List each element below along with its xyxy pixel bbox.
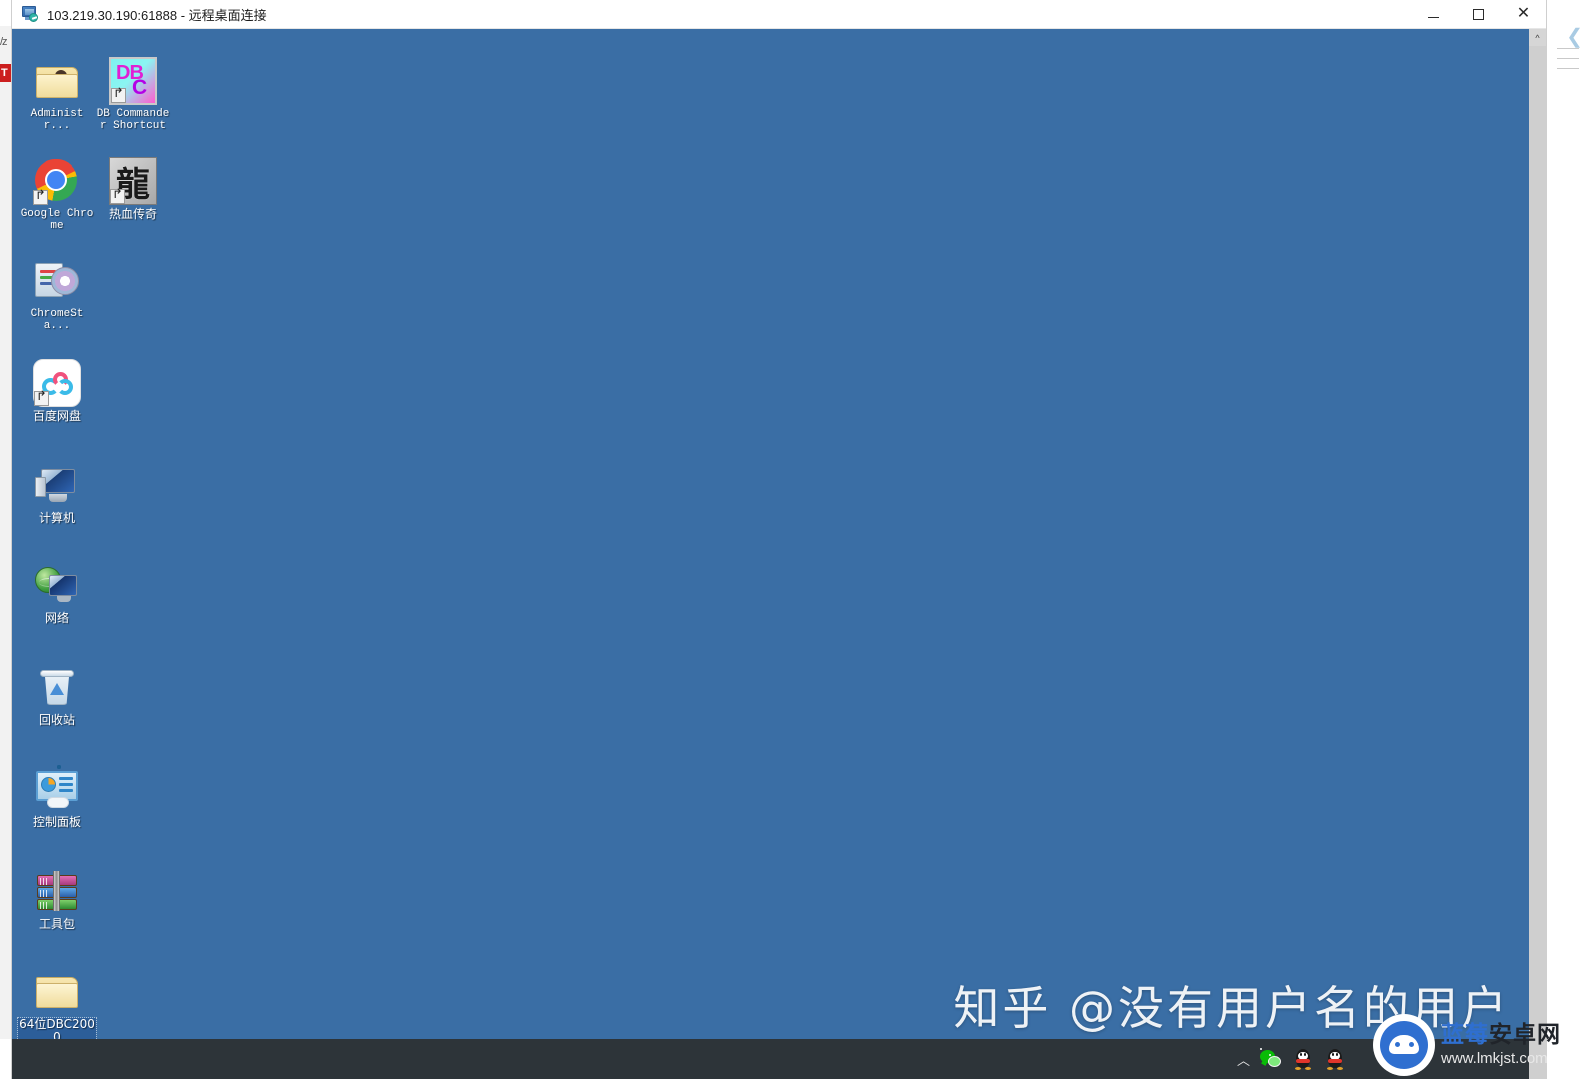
remote-viewport-scrollbar[interactable]: ^ bbox=[1529, 29, 1546, 1079]
maximize-button[interactable] bbox=[1456, 0, 1501, 29]
desktop-icon-recycle-bin[interactable]: 回收站 bbox=[18, 663, 96, 727]
chrome-standalone-installer-icon bbox=[33, 257, 81, 305]
folder-icon bbox=[33, 967, 81, 1015]
baidu-netdisk-icon bbox=[33, 359, 81, 407]
folder-user-icon bbox=[33, 57, 81, 105]
desktop-icon-control-panel[interactable]: 控制面板 bbox=[18, 765, 96, 829]
screenshot-root: /z ❮ 103.219.30.190:61888 - 远程桌面连接 ✕ bbox=[0, 0, 1589, 1079]
desktop-icon-computer[interactable]: 计算机 bbox=[18, 461, 96, 525]
desktop-icon-label: 百度网盘 bbox=[32, 409, 81, 423]
host-right-list-lines bbox=[1557, 48, 1587, 78]
minimize-button[interactable] bbox=[1411, 0, 1456, 29]
chrome-icon bbox=[33, 157, 81, 205]
shortcut-overlay-icon bbox=[110, 189, 125, 204]
guest-taskbar[interactable]: ︿ bbox=[12, 1039, 1546, 1079]
qq-tray-icon-2[interactable] bbox=[1324, 1048, 1346, 1070]
network-icon bbox=[33, 561, 81, 609]
desktop-icon-toolkit[interactable]: 工具包 bbox=[18, 867, 96, 931]
window-controls: ✕ bbox=[1411, 0, 1546, 29]
close-button[interactable]: ✕ bbox=[1501, 0, 1546, 29]
desktop-icon-label: 计算机 bbox=[38, 511, 75, 525]
desktop-icon-label: 热血传奇 bbox=[108, 207, 157, 221]
desktop-icon-label: Google Chrome bbox=[20, 208, 94, 232]
host-right-panel: ❮ bbox=[1545, 0, 1589, 1079]
system-tray: ︿ bbox=[1237, 1048, 1346, 1070]
window-titlebar[interactable]: 103.219.30.190:61888 - 远程桌面连接 ✕ bbox=[12, 0, 1546, 29]
desktop-icon-google-chrome[interactable]: Google Chrome bbox=[18, 157, 96, 232]
desktop-icon-grid: Administr... DBC DB Commander Shortcut G… bbox=[12, 29, 192, 1045]
host-background-text-fragment: /z bbox=[0, 36, 8, 48]
qq-tray-icon-1[interactable] bbox=[1292, 1048, 1314, 1070]
wechat-tray-icon[interactable] bbox=[1260, 1048, 1282, 1070]
remote-session-surface[interactable]: Administr... DBC DB Commander Shortcut G… bbox=[12, 29, 1546, 1079]
desktop-icon-label: DB Commander Shortcut bbox=[96, 108, 170, 132]
legend-game-icon: 龍 bbox=[109, 157, 157, 205]
desktop-icon-db-commander[interactable]: DBC DB Commander Shortcut bbox=[94, 57, 172, 132]
desktop-icon-label: 控制面板 bbox=[32, 815, 81, 829]
window-title: 103.219.30.190:61888 - 远程桌面连接 bbox=[47, 7, 267, 23]
computer-icon bbox=[33, 461, 81, 509]
db-commander-icon: DB C bbox=[109, 57, 157, 105]
desktop-icon-label: 工具包 bbox=[38, 917, 75, 931]
chevron-left-icon[interactable]: ❮ bbox=[1566, 24, 1583, 49]
desktop-icon-legend-of-mir[interactable]: 龍 热血传奇 bbox=[94, 157, 172, 221]
shortcut-overlay-icon bbox=[33, 190, 48, 205]
desktop-icon-chrome-standalone[interactable]: ChromeSta... bbox=[18, 257, 96, 332]
shortcut-overlay-icon bbox=[34, 391, 49, 406]
desktop-icon-administrator[interactable]: Administr... bbox=[18, 57, 96, 132]
host-background-red-tile bbox=[0, 64, 12, 82]
shortcut-overlay-icon bbox=[111, 88, 126, 103]
desktop-icon-network[interactable]: 网络 bbox=[18, 561, 96, 625]
desktop-icon-label: 网络 bbox=[44, 611, 69, 625]
remote-desktop-icon bbox=[21, 5, 39, 23]
control-panel-icon bbox=[33, 765, 81, 813]
zhihu-watermark: 知乎 @没有用户名的用户 bbox=[953, 981, 1510, 1035]
scroll-up-arrow-icon[interactable]: ^ bbox=[1529, 29, 1546, 46]
desktop-icon-baidu-netdisk[interactable]: 百度网盘 bbox=[18, 359, 96, 423]
desktop-icon-label: 回收站 bbox=[38, 713, 75, 727]
desktop-icon-label: ChromeSta... bbox=[30, 308, 84, 332]
desktop-icon-dbc2000-folder[interactable]: 64位DBC2000 bbox=[17, 967, 97, 1045]
show-hidden-icons-chevron[interactable]: ︿ bbox=[1237, 1050, 1250, 1069]
winrar-archive-icon bbox=[33, 867, 81, 915]
host-left-strip bbox=[0, 26, 12, 1039]
desktop-icon-label: Administr... bbox=[30, 108, 84, 132]
recycle-bin-icon bbox=[33, 663, 81, 711]
remote-desktop-window: 103.219.30.190:61888 - 远程桌面连接 ✕ Administ… bbox=[12, 0, 1546, 1079]
